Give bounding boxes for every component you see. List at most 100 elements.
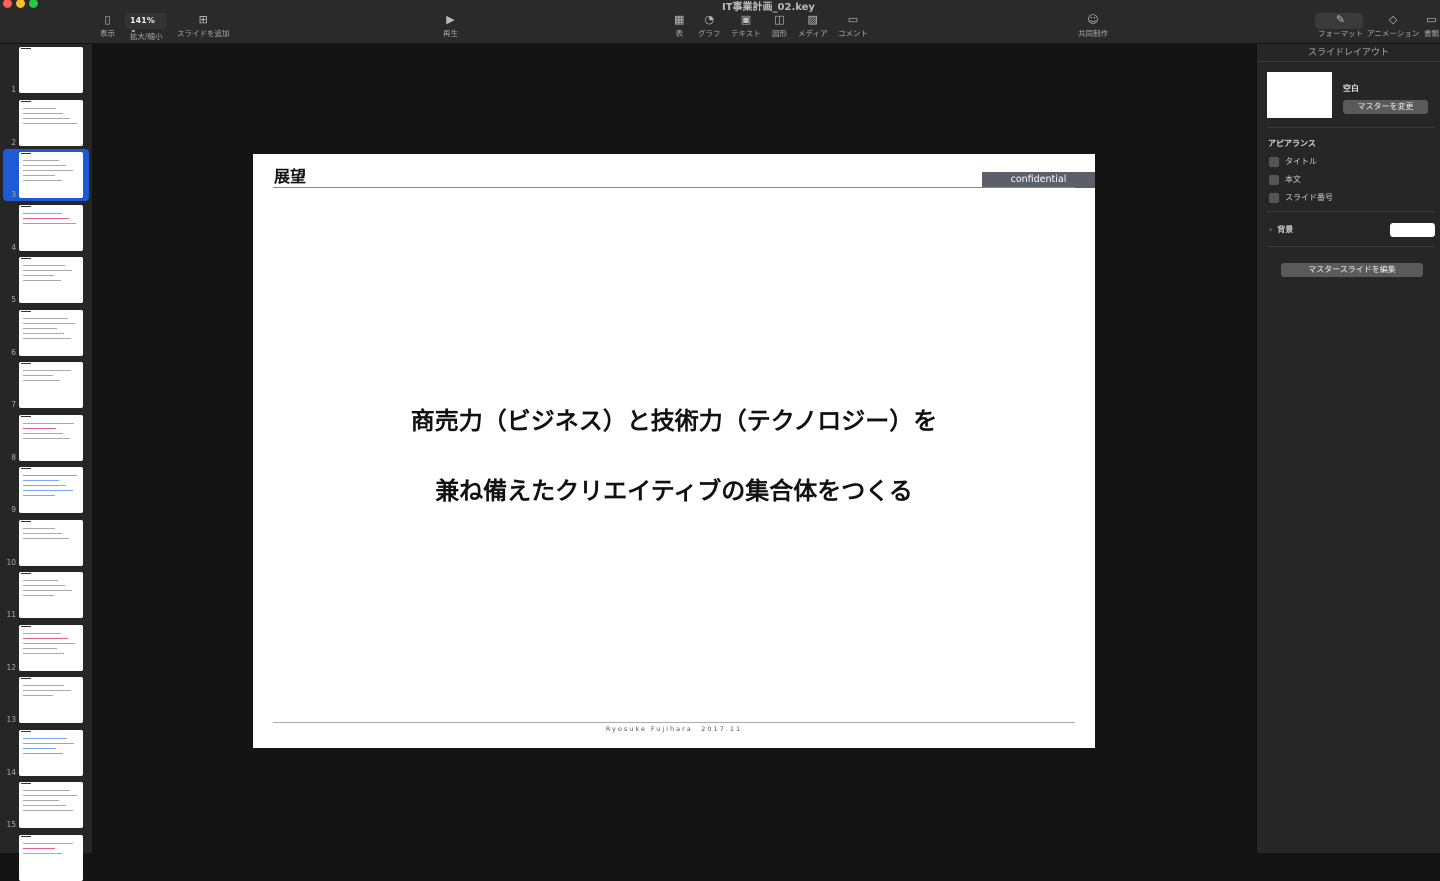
label: スライドを追加 xyxy=(177,29,230,38)
thumbnail-line xyxy=(23,847,55,849)
footer-text[interactable]: Ryosuke Fujihara 2017.11 xyxy=(253,723,1095,733)
slide-thumbnail[interactable] xyxy=(19,467,83,513)
thumbnail-line xyxy=(23,117,70,119)
checkbox[interactable] xyxy=(1269,192,1279,203)
close-button[interactable] xyxy=(3,0,12,8)
body-line-1[interactable]: 商売力（ビジネス）と技術力（テクノロジー）を xyxy=(253,401,1095,436)
slide-thumbnail[interactable] xyxy=(19,677,83,723)
slide-number-checkbox[interactable]: スライド番号 xyxy=(1269,192,1333,203)
shape-icon: ◫ xyxy=(774,13,785,26)
change-master-button[interactable]: マスターを変更 xyxy=(1343,100,1428,114)
thumbnail-line xyxy=(23,637,68,639)
toolbar: IT事業計画_02.key ▯ 表示 141% ⌄ 拡大/縮小 ⊞ スライドを追加 … xyxy=(0,0,1440,44)
slide-thumbnail[interactable] xyxy=(19,204,83,251)
media-button[interactable]: ▨ メディア xyxy=(798,14,827,39)
animate-tab[interactable]: ◇ アニメーション xyxy=(1367,14,1419,39)
shape-button[interactable]: ◫ 図形 xyxy=(772,14,787,39)
slide-thumbnail[interactable] xyxy=(19,257,83,303)
thumbnail-header xyxy=(21,415,31,417)
edit-master-button[interactable]: マスタースライドを編集 xyxy=(1281,263,1423,277)
thumbnail-line xyxy=(23,580,58,581)
label: スライド番号 xyxy=(1285,193,1333,202)
slide-thumbnail[interactable] xyxy=(19,624,83,671)
add-slide-button[interactable]: ⊞ スライドを追加 xyxy=(177,14,230,39)
slide-canvas[interactable]: 展望 confidential 商売力（ビジネス）と技術力（テクノロジー）を 兼… xyxy=(253,154,1095,748)
slide-thumbnail[interactable] xyxy=(19,729,83,776)
slide-thumbnail[interactable] xyxy=(19,47,83,93)
slide-number: 7 xyxy=(11,400,16,409)
thumbnail-header xyxy=(21,730,31,732)
thumbnail-line xyxy=(23,217,69,219)
slide-thumbnail[interactable] xyxy=(19,309,83,356)
panel-header: スライドレイアウト xyxy=(1257,44,1440,62)
comment-icon: ▭ xyxy=(847,13,859,26)
slide-thumbnail[interactable] xyxy=(19,414,83,461)
background-color-well[interactable] xyxy=(1390,223,1435,237)
format-tab[interactable]: ✎ フォーマット xyxy=(1318,14,1363,39)
image-icon: ▨ xyxy=(807,13,818,26)
label: アニメーション xyxy=(1367,29,1420,38)
thumbnail-line xyxy=(23,112,63,114)
thumbnail-header xyxy=(21,678,31,679)
slide-thumbnail[interactable] xyxy=(19,834,83,881)
thumbnail-line xyxy=(23,375,53,376)
thumbnail-line xyxy=(23,212,62,214)
slide-thumbnail[interactable] xyxy=(19,362,83,408)
label: フォーマット xyxy=(1318,29,1363,38)
slide-number: 8 xyxy=(11,452,16,462)
slide-title[interactable]: 展望 xyxy=(274,163,306,187)
thumbnail-line xyxy=(23,527,55,529)
thumbnail-line xyxy=(23,537,69,539)
layout-thumbnail[interactable] xyxy=(1267,72,1332,118)
slide-thumbnail[interactable] xyxy=(19,519,83,566)
table-button[interactable]: ▦ 表 xyxy=(674,14,684,39)
slide-thumbnail[interactable] xyxy=(19,99,83,146)
thumbnail-line xyxy=(23,490,73,491)
zoom-label: 拡大/縮小 xyxy=(130,32,163,41)
title-checkbox[interactable]: タイトル xyxy=(1269,156,1317,167)
label: メディア xyxy=(798,29,828,38)
divider xyxy=(1267,127,1435,128)
checkbox[interactable] xyxy=(1269,174,1279,185)
slide-thumbnail[interactable] xyxy=(19,572,83,618)
thumbnail-line xyxy=(23,800,59,801)
slide-number: 1 xyxy=(11,85,16,94)
chevron-right-icon: › xyxy=(1269,225,1273,234)
thumbnail-line xyxy=(23,437,70,439)
document-icon: ▭ xyxy=(1426,13,1437,26)
document-tab[interactable]: ▭ 書類 xyxy=(1424,14,1439,39)
slide-number: 4 xyxy=(11,242,16,252)
play-button[interactable]: ▶ 再生 xyxy=(443,14,458,39)
slide-navigator[interactable]: 1 2 3 4 5 6 7 8 9 10 11 12 13 14 15 xyxy=(0,44,93,881)
view-button[interactable]: ▯ 表示 xyxy=(100,14,115,39)
label: 図形 xyxy=(772,29,787,38)
collaborate-button[interactable]: ☺ 共同制作 xyxy=(1078,14,1108,39)
slide-thumbnail[interactable] xyxy=(19,152,83,198)
diamond-icon: ◇ xyxy=(1388,13,1398,26)
body-line-2[interactable]: 兼ね備えたクリエイティブの集合体をつくる xyxy=(253,471,1095,506)
thumbnail-line xyxy=(23,170,73,171)
checkbox[interactable] xyxy=(1269,156,1279,167)
thumbnail-line xyxy=(23,747,56,749)
body-checkbox[interactable]: 本文 xyxy=(1269,174,1301,185)
thumbnail-line xyxy=(23,790,70,791)
minimize-button[interactable] xyxy=(16,0,25,8)
thumbnail-line xyxy=(23,685,64,686)
divider xyxy=(1267,211,1435,212)
thumbnail-header xyxy=(21,310,31,312)
thumbnail-line xyxy=(23,632,61,634)
thumbnail-line xyxy=(23,270,72,271)
confidential-badge[interactable]: confidential xyxy=(982,172,1095,188)
zoom-select[interactable]: 141% ⌄ xyxy=(125,13,167,34)
text-button[interactable]: ▣ テキスト xyxy=(731,14,761,39)
slide-thumbnail[interactable] xyxy=(19,782,83,828)
label: 表示 xyxy=(100,29,115,38)
zoom-window-button[interactable] xyxy=(29,0,38,8)
label: 再生 xyxy=(443,29,458,38)
thumbnail-line xyxy=(23,222,76,224)
thumbnail-header xyxy=(21,205,31,207)
background-disclosure[interactable]: › 背景 xyxy=(1269,224,1293,235)
chart-button[interactable]: ◔ グラフ xyxy=(698,14,721,39)
label: コメント xyxy=(838,29,868,38)
comment-button[interactable]: ▭ コメント xyxy=(838,14,868,39)
